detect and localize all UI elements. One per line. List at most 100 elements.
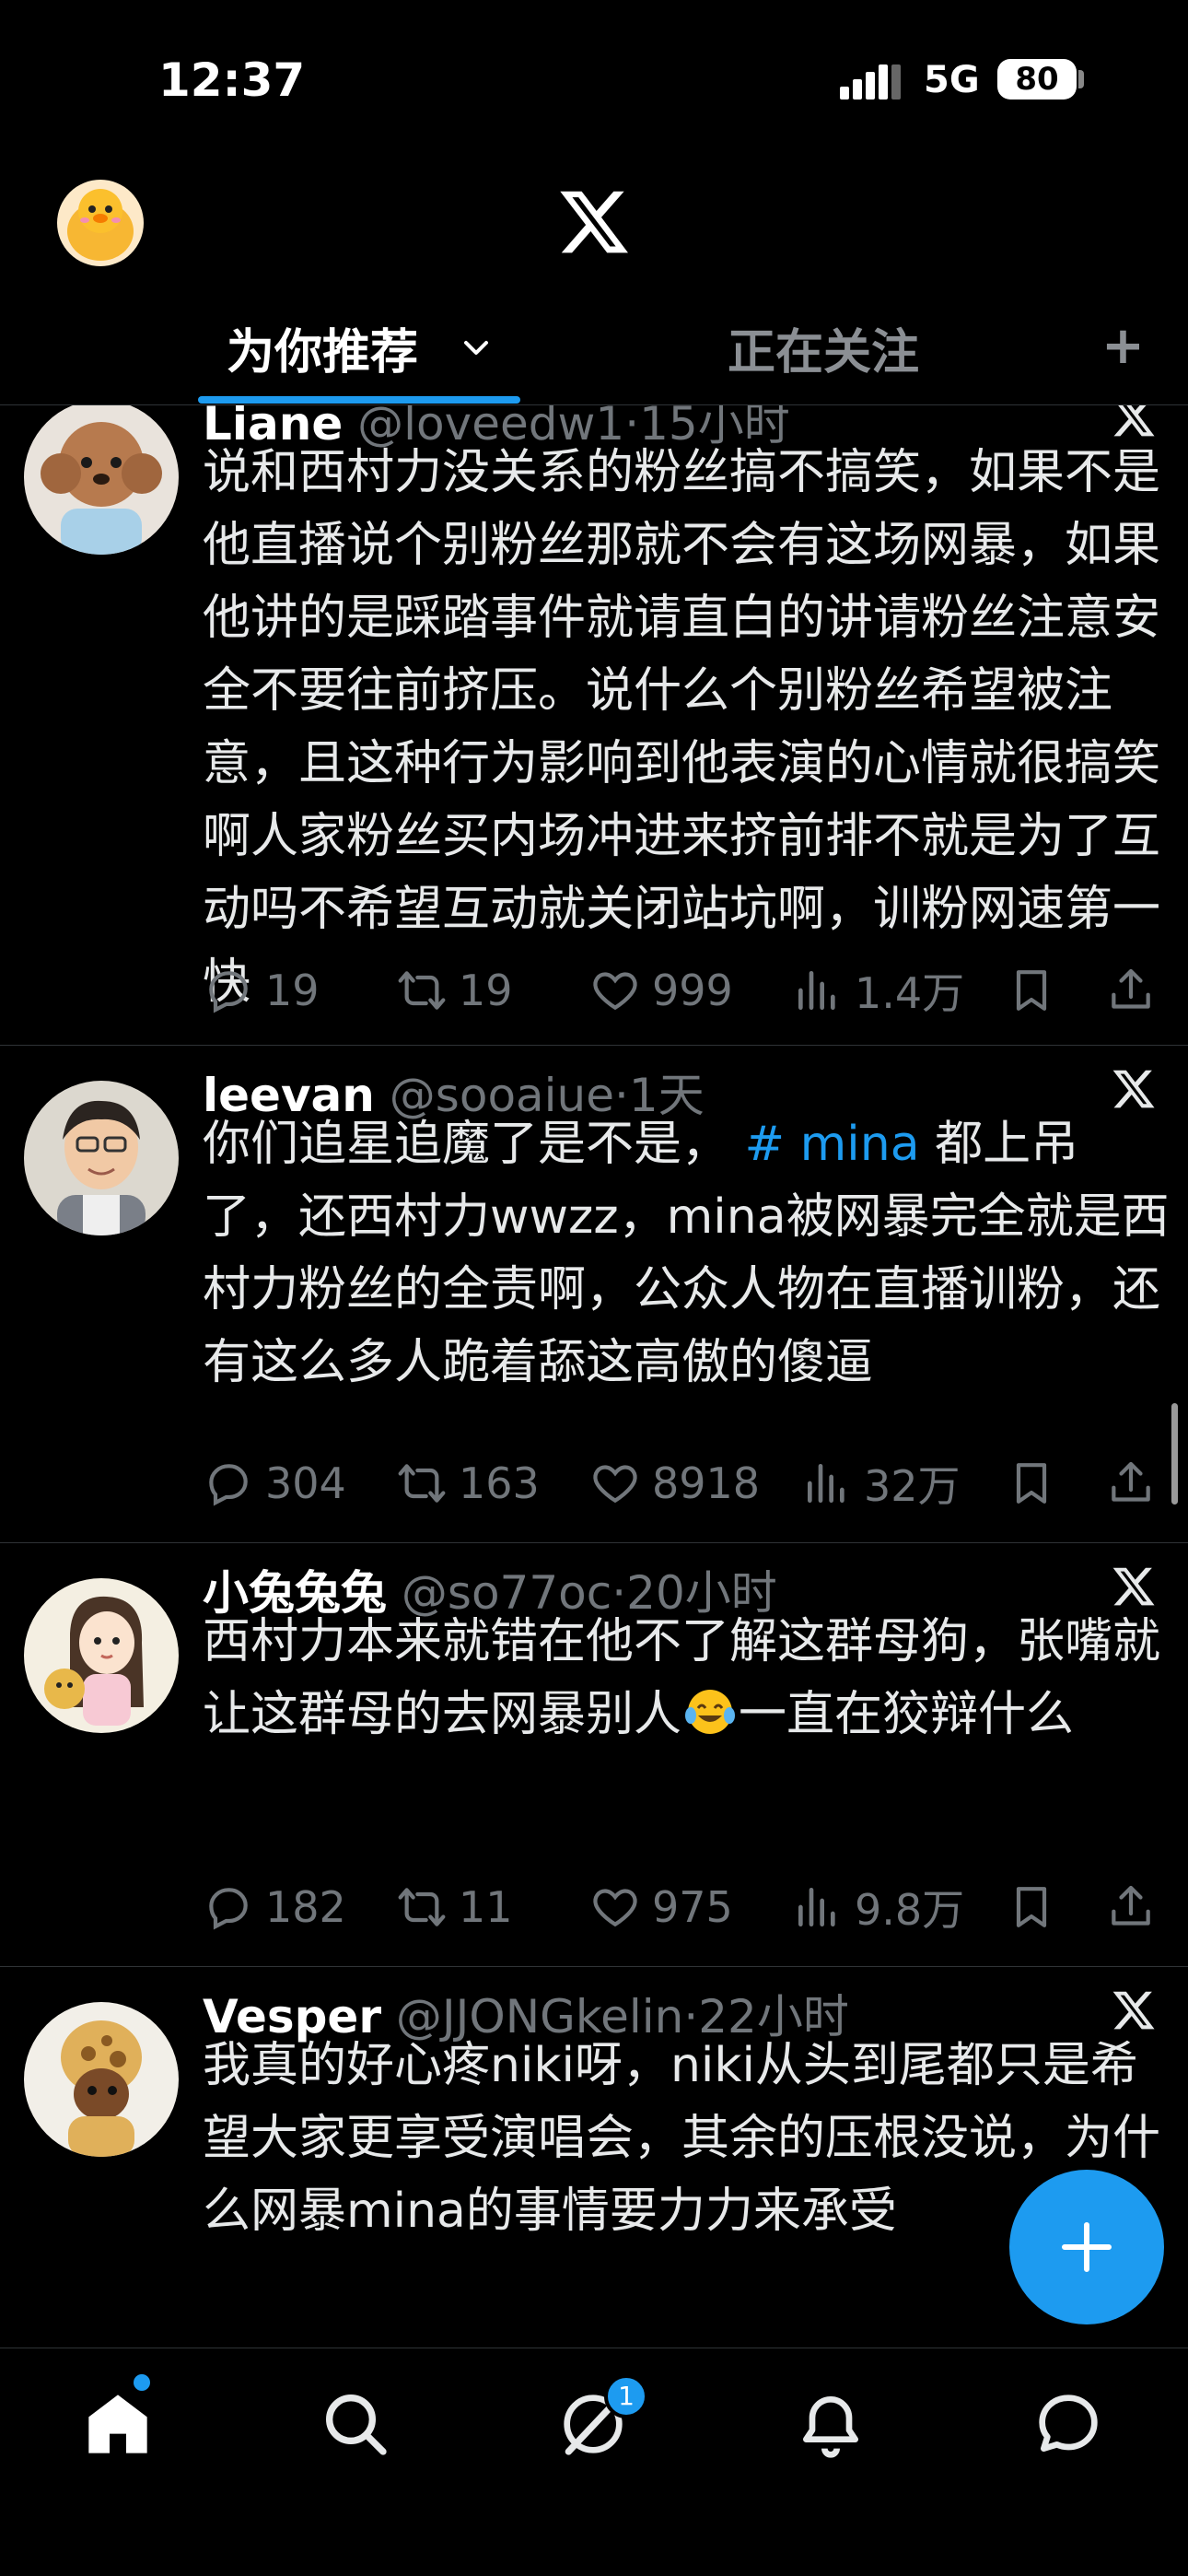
post[interactable]: leevan @sooaiue·1天 你们追星追魔了是不是， # mina 都上… [0,1046,1188,1543]
views-button[interactable]: 1.4万 [792,958,964,1023]
views-chart-icon [798,971,835,1010]
avatar[interactable] [24,1081,179,1235]
like-button[interactable]: 8918 [589,1451,760,1516]
heart-icon [593,1889,637,1927]
repost-button[interactable]: 19 [396,958,513,1023]
avatar[interactable] [24,1578,179,1733]
reply-count: 182 [265,1882,346,1932]
avatar[interactable] [24,2002,179,2157]
heart-icon [593,972,637,1011]
reply-button[interactable]: 19 [203,958,320,1023]
chick-avatar-icon [57,180,144,266]
timeline-tabs: 为你推荐 正在关注 + [0,295,1188,405]
bell-icon [803,2396,858,2458]
repost-count: 163 [459,1458,540,1508]
profile-avatar[interactable] [57,180,144,266]
battery-cap [1078,70,1084,88]
compose-post-button[interactable] [1009,2170,1164,2324]
reply-button[interactable]: 304 [203,1451,346,1516]
battery-level: 80 [1015,61,1059,98]
like-count: 8918 [652,1458,761,1508]
scrollbar-thumb[interactable] [1171,1403,1178,1505]
views-chart-icon [798,1888,835,1926]
reply-icon [209,1464,248,1506]
x-grok-icon[interactable] [1111,405,1157,440]
reply-count: 19 [265,966,320,1015]
nav-home[interactable] [81,2387,155,2461]
new-posts-dot [134,2374,150,2391]
repost-icon [398,1464,446,1503]
x-grok-icon[interactable] [1111,1066,1157,1112]
post[interactable]: 小兔兔兔 @so77oc·20小时 西村力本来就错在他不了解这群母狗，张嘴就让这… [0,1543,1188,1967]
view-count: 32万 [864,1461,961,1511]
post[interactable]: Vesper @JJONGkelin·22小时 我真的好心疼niki呀，niki… [0,1967,1188,2348]
reply-icon [209,971,248,1013]
view-count: 9.8万 [855,1885,965,1935]
share-icon [1112,968,1150,1009]
poodle-avatar-icon [24,405,179,555]
post[interactable]: Liane @loveedw1·15小时 说和西村力没关系的粉丝搞不搞笑，如果不… [0,405,1188,1046]
search-icon [326,2395,387,2455]
share-icon [1112,1885,1150,1926]
share-button[interactable] [1105,958,1157,1023]
post-text: 西村力本来就错在他不了解这群母狗，张嘴就让这群母的去网暴别人 一直在狡辩什么 [203,1606,1170,1751]
top-bar [0,147,1188,295]
nav-messages[interactable] [1031,2387,1105,2461]
status-time: 12:37 [158,53,306,107]
avatar[interactable] [24,405,179,555]
post-actions: 304 163 8918 32万 [203,1451,1170,1516]
cellular-signal-icon [840,64,901,100]
x-grok-icon[interactable] [1111,1987,1157,2033]
tab-indicator [198,396,520,404]
chat-bubble-icon [1039,2395,1098,2452]
like-button[interactable]: 975 [589,1875,733,1939]
share-button[interactable] [1105,1451,1157,1516]
repost-button[interactable]: 163 [396,1451,540,1516]
x-grok-icon[interactable] [1111,1563,1157,1610]
bottom-nav: 1 [0,2348,1188,2576]
bookmark-icon [1016,1463,1047,1504]
bookmark-button[interactable] [1006,1875,1057,1939]
timeline-feed[interactable]: Liane @loveedw1·15小时 说和西村力没关系的粉丝搞不搞笑，如果不… [0,405,1188,2348]
nav-search[interactable] [319,2387,392,2461]
repost-button[interactable]: 11 [396,1875,513,1939]
post-text: 说和西村力没关系的粉丝搞不搞笑，如果不是他直播说个别粉丝那就不会有这场网暴，如果… [203,445,1161,1010]
post-actions: 182 11 975 9.8万 [203,1875,1170,1939]
views-button[interactable]: 32万 [801,1451,961,1516]
plus-icon [1062,2222,1112,2272]
view-count: 1.4万 [855,968,965,1018]
reply-icon [209,1888,248,1930]
tears-of-joy-emoji-icon [685,1690,736,1734]
tab-following[interactable]: 正在关注 [728,313,919,382]
repost-count: 19 [459,966,513,1015]
share-icon [1112,1461,1150,1502]
post-text-part: 你们追星追魔了是不是， [203,1117,730,1172]
heart-icon [593,1465,637,1504]
post-actions: 19 19 999 1.4万 [203,958,1170,1023]
repost-icon [398,1888,446,1926]
hashtag-link[interactable]: # mina [745,1117,920,1172]
repost-icon [398,971,446,1010]
views-button[interactable]: 9.8万 [792,1875,964,1939]
repost-count: 11 [459,1882,513,1932]
tab-for-you[interactable]: 为你推荐 [227,313,418,382]
post-text: 你们追星追魔了是不是， # mina 都上吊了，还西村力wwzz，mina被网暴… [203,1108,1170,1399]
like-count: 975 [652,1882,733,1932]
network-type: 5G [924,59,980,101]
add-tab-icon[interactable]: + [1101,321,1145,372]
grok-badge: 1 [604,2374,648,2418]
views-chart-icon [808,1464,844,1503]
nav-notifications[interactable] [794,2387,868,2461]
post-text-part: 一直在狡辩什么 [739,1687,1075,1742]
dog-costume-avatar-icon [24,2002,179,2157]
reply-button[interactable]: 182 [203,1875,346,1939]
bookmark-button[interactable] [1006,958,1057,1023]
share-button[interactable] [1105,1875,1157,1939]
bookmark-button[interactable] [1006,1451,1057,1516]
like-button[interactable]: 999 [589,958,733,1023]
like-count: 999 [652,966,733,1015]
reply-count: 304 [265,1458,346,1508]
home-icon [88,2395,147,2453]
x-logo-icon [560,191,628,253]
chevron-down-icon[interactable] [460,335,492,359]
